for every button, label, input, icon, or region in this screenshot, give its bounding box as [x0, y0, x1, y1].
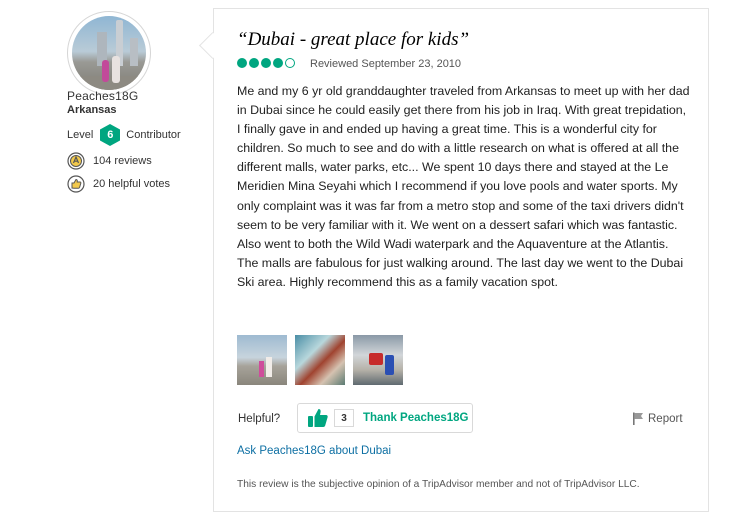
thumbs-up-icon [308, 409, 328, 427]
reviewed-date: Reviewed September 23, 2010 [310, 58, 462, 70]
report-button[interactable]: Report [632, 412, 683, 425]
review-badge-icon [67, 152, 85, 170]
helpful-label: Helpful? [238, 413, 281, 425]
reviewer-level: Level 6 Contributor [67, 124, 181, 146]
thank-button[interactable]: 3 Thank Peaches18G [297, 403, 473, 433]
review-body: Me and my 6 yr old granddaughter travele… [237, 84, 690, 289]
rating-bubble-filled [237, 58, 247, 68]
helpful-votes-row: 20 helpful votes [67, 175, 170, 193]
review-photo[interactable] [353, 335, 403, 385]
rating-bubbles [237, 58, 297, 68]
flag-icon [633, 412, 643, 425]
level-number: 6 [107, 129, 114, 141]
avatar-photo [72, 16, 146, 90]
helpful-votes: 20 helpful votes [93, 178, 171, 190]
reviewer-username[interactable]: Peaches18G [67, 89, 138, 103]
avatar[interactable] [67, 11, 151, 95]
rating-bubble-filled [261, 58, 271, 68]
review-title[interactable]: “Dubai - great place for kids” [237, 29, 469, 51]
level-badge-icon: 6 [100, 124, 121, 146]
reviews-count[interactable]: 104 reviews [93, 155, 152, 167]
review-photos [237, 335, 411, 385]
rating-bubble-filled [249, 58, 259, 68]
ask-reviewer-link[interactable]: Ask Peaches18G about Dubai [237, 445, 391, 457]
reviewer-location: Arkansas [67, 104, 117, 116]
rating-bubble-filled [273, 58, 283, 68]
review-photo[interactable] [295, 335, 345, 385]
review-disclaimer: This review is the subjective opinion of… [237, 479, 640, 490]
thank-button-label: Thank Peaches18G [363, 412, 469, 424]
reviews-count-row: 104 reviews [67, 152, 152, 170]
report-label: Report [648, 412, 683, 425]
level-title: Contributor [126, 129, 181, 141]
helpful-votes-icon [67, 175, 85, 193]
rating-bubble-empty [285, 58, 295, 68]
review-photo[interactable] [237, 335, 287, 385]
level-label: Level [67, 129, 94, 141]
thank-count: 3 [334, 409, 354, 427]
